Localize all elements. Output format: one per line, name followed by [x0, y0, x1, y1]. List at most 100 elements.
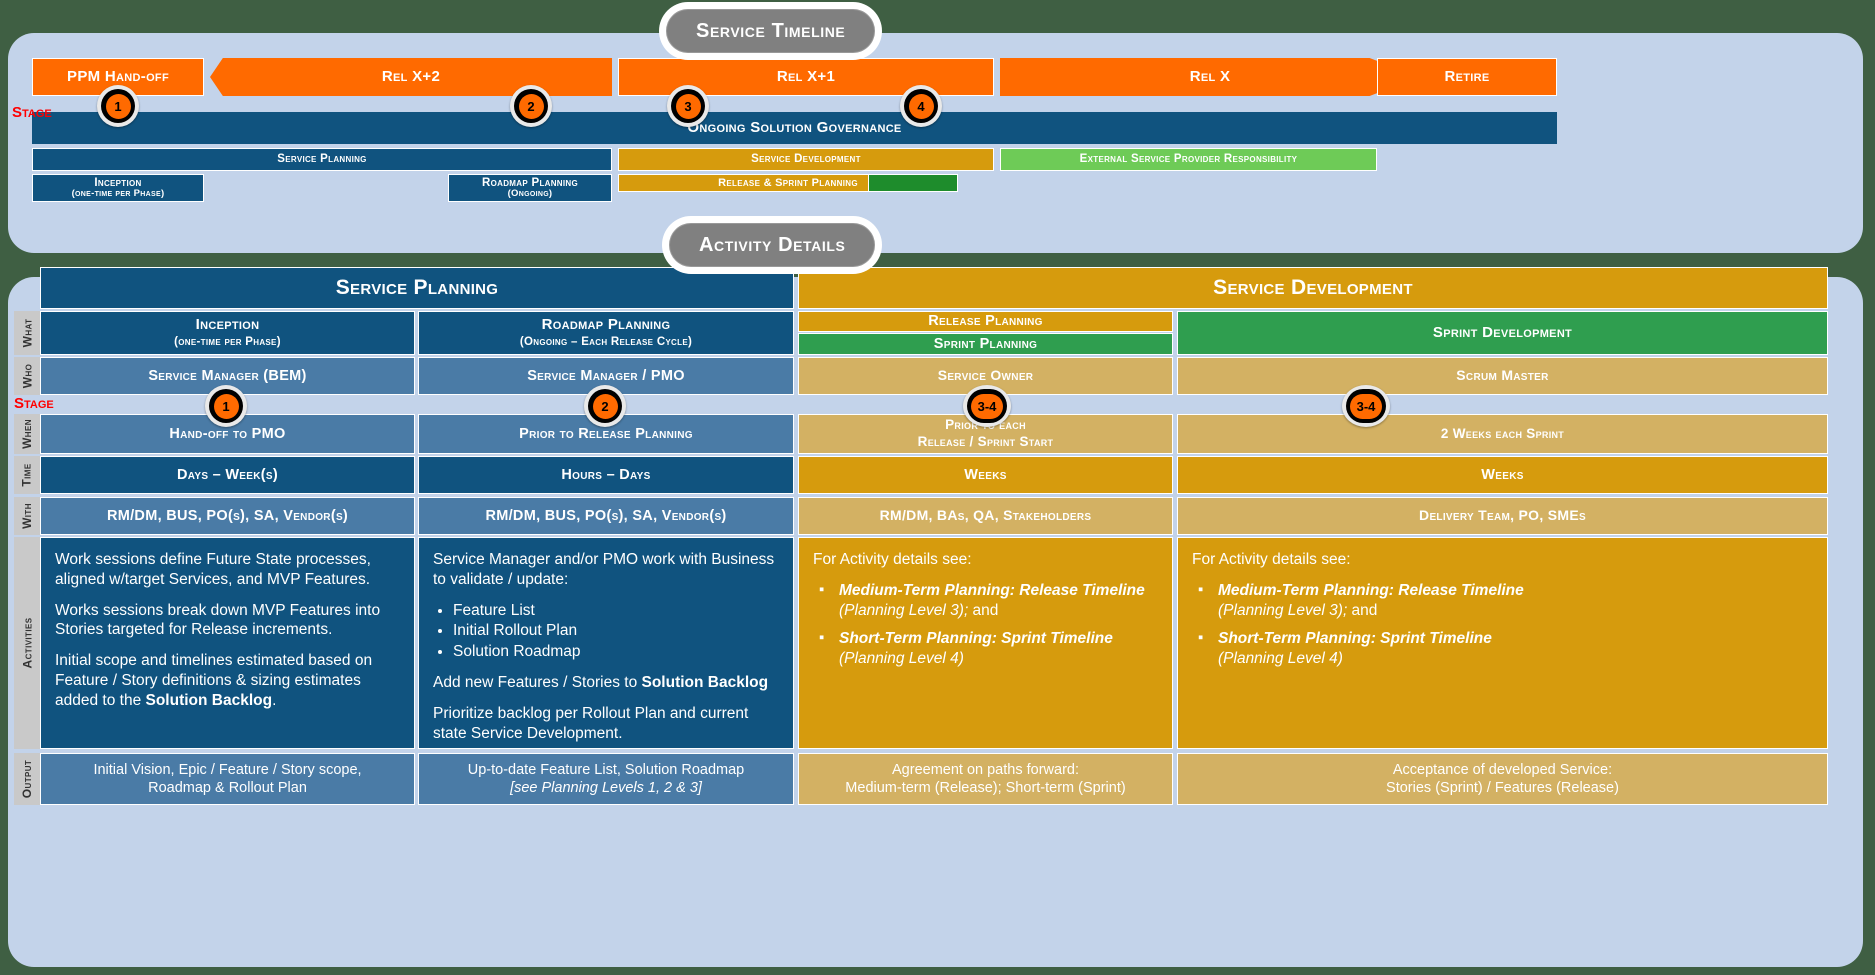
who-cell-col4[interactable]: Scrum Master: [1177, 357, 1828, 395]
with-cell-col2[interactable]: RM/DM, BUS, PO(s), SA, Vendor(s): [418, 497, 794, 535]
activity-paragraph: Work sessions define Future State proces…: [55, 551, 371, 588]
stage-badge-value: 4: [908, 93, 934, 119]
what-label: Release Planning: [928, 313, 1043, 330]
activity-details-header: Activity Details: [662, 216, 883, 274]
release-label: Rel X+2: [381, 68, 441, 86]
release-bar-rel-x2[interactable]: Rel X+2: [210, 58, 612, 96]
detail-stage-badge-3-4-a[interactable]: 3-4: [963, 385, 1011, 427]
governance-bar[interactable]: Ongoing Solution Governance: [32, 112, 1557, 144]
release-bar-retire[interactable]: Retire: [1377, 58, 1557, 96]
release-label: Rel X: [1189, 68, 1231, 86]
output-cell-col1[interactable]: Initial Vision, Epic / Feature / Story s…: [40, 753, 415, 805]
activity-bullet-list: Feature List Initial Rollout Plan Soluti…: [433, 601, 779, 662]
what-sub: (one-time per Phase): [174, 336, 281, 349]
activity-paragraph: Prioritize backlog per Rollout Plan and …: [433, 704, 749, 742]
row-label-time: Time: [14, 456, 40, 494]
activity-paragraph: For Activity details see:: [813, 551, 972, 568]
activity-paragraph: Service Manager and/or PMO work with Bus…: [433, 551, 775, 588]
activity-bullet-list: Medium-Term Planning: Release Timeline(P…: [813, 580, 1158, 669]
release-label: PPM Hand-off: [67, 68, 169, 86]
release-label: Rel X+1: [776, 68, 836, 86]
time-cell-col4[interactable]: Weeks: [1177, 456, 1828, 494]
what-cell-sprint-development[interactable]: Sprint Development: [1177, 311, 1828, 355]
subtrack-sprint-accent: [868, 174, 958, 192]
release-label: Retire: [1444, 68, 1490, 86]
track-service-development[interactable]: Service Development: [618, 148, 994, 171]
group-header-service-planning[interactable]: Service Planning: [40, 267, 794, 309]
subtrack-label: Inception: [94, 176, 142, 189]
what-cell-release-planning[interactable]: Release Planning: [798, 311, 1173, 332]
subtrack-roadmap-planning[interactable]: Roadmap Planning (Ongoing): [448, 174, 612, 202]
activity-paragraph: For Activity details see:: [1192, 551, 1351, 568]
activities-cell-col1[interactable]: Work sessions define Future State proces…: [40, 537, 415, 749]
stage-badge-value: 2: [592, 393, 618, 419]
group-label: Service Development: [1213, 275, 1413, 299]
row-label-activities: Activities: [14, 537, 40, 749]
row-label-what: What: [14, 311, 40, 355]
list-item: Medium-Term Planning: Release Timeline(P…: [817, 580, 1158, 621]
subtrack-sub: (Ongoing): [507, 187, 553, 199]
detail-stage-badge-1[interactable]: 1: [205, 385, 247, 427]
stage-badge-value: 3: [675, 93, 701, 119]
time-cell-col1[interactable]: Days – Week(s): [40, 456, 415, 494]
what-cell-roadmap-planning[interactable]: Roadmap Planning (Ongoing – Each Release…: [418, 311, 794, 355]
track-label: Service Development: [751, 152, 861, 165]
what-label: Roadmap Planning: [541, 316, 671, 334]
list-item: Solution Roadmap: [453, 642, 779, 662]
stage-label-timeline: Stage: [12, 104, 52, 121]
activity-paragraph: Works sessions break down MVP Features i…: [55, 601, 381, 639]
list-item: Feature List: [453, 601, 779, 621]
stage-badge-value: 1: [105, 93, 131, 119]
output-cell-col2[interactable]: Up-to-date Feature List, Solution Roadma…: [418, 753, 794, 805]
stage-badge-2[interactable]: 2: [510, 85, 552, 127]
activities-cell-col3[interactable]: For Activity details see: Medium-Term Pl…: [798, 537, 1173, 749]
activity-details-title: Activity Details: [669, 223, 876, 267]
diagram-canvas: Service Timeline PPM Hand-off Rel X+2 Re…: [0, 0, 1875, 975]
activity-paragraph: Initial scope and timelines estimated ba…: [55, 652, 373, 709]
stage-badge-1[interactable]: 1: [97, 85, 139, 127]
stage-badge-value: 3-4: [971, 393, 1003, 419]
list-item: Initial Rollout Plan: [453, 621, 779, 641]
service-timeline-header: Service Timeline: [659, 2, 883, 60]
stage-label-details: Stage: [14, 395, 54, 412]
what-cell-inception[interactable]: Inception (one-time per Phase): [40, 311, 415, 355]
track-label: Service Planning: [277, 152, 367, 165]
group-label: Service Planning: [335, 275, 499, 299]
with-cell-col3[interactable]: RM/DM, BAs, QA, Stakeholders: [798, 497, 1173, 535]
governance-label: Ongoing Solution Governance: [687, 119, 902, 137]
subtrack-inception[interactable]: Inception (one-time per Phase): [32, 174, 204, 202]
activities-cell-col4[interactable]: For Activity details see: Medium-Term Pl…: [1177, 537, 1828, 749]
subtrack-label: Release & Sprint Planning: [718, 176, 858, 189]
what-label: Sprint Development: [1432, 323, 1573, 341]
release-bar-rel-x[interactable]: Rel X: [1000, 58, 1420, 96]
with-cell-col4[interactable]: Delivery Team, PO, SMEs: [1177, 497, 1828, 535]
activity-paragraph: Add new Features / Stories to Solution B…: [433, 674, 769, 692]
subtrack-sub: (one-time per Phase): [71, 187, 165, 199]
list-item: Short-Term Planning: Sprint Timeline (Pl…: [1196, 628, 1813, 669]
what-sub: (Ongoing – Each Release Cycle): [519, 336, 693, 349]
when-cell-col4[interactable]: 2 Weeks each Sprint: [1177, 414, 1828, 454]
row-label-when: When: [14, 414, 40, 454]
activity-bullet-list: Medium-Term Planning: Release Timeline(P…: [1192, 580, 1813, 669]
service-timeline-title: Service Timeline: [666, 9, 876, 53]
detail-stage-badge-3-4-b[interactable]: 3-4: [1342, 385, 1390, 427]
with-cell-col1[interactable]: RM/DM, BUS, PO(s), SA, Vendor(s): [40, 497, 415, 535]
output-cell-col4[interactable]: Acceptance of developed Service: Stories…: [1177, 753, 1828, 805]
row-label-output: Output: [14, 753, 40, 805]
track-service-planning[interactable]: Service Planning: [32, 148, 612, 171]
row-label-who: Who: [14, 357, 40, 395]
group-header-service-development[interactable]: Service Development: [798, 267, 1828, 309]
stage-badge-3[interactable]: 3: [667, 85, 709, 127]
what-cell-sprint-planning[interactable]: Sprint Planning: [798, 333, 1173, 355]
detail-stage-badge-2[interactable]: 2: [584, 385, 626, 427]
activities-cell-col2[interactable]: Service Manager and/or PMO work with Bus…: [418, 537, 794, 749]
list-item: Short-Term Planning: Sprint Timeline (Pl…: [817, 628, 1158, 669]
row-label-with: With: [14, 497, 40, 535]
time-cell-col3[interactable]: Weeks: [798, 456, 1173, 494]
track-external-provider[interactable]: External Service Provider Responsibility: [1000, 148, 1377, 171]
output-cell-col3[interactable]: Agreement on paths forward: Medium-term …: [798, 753, 1173, 805]
stage-badge-4[interactable]: 4: [900, 85, 942, 127]
stage-badge-value: 2: [518, 93, 544, 119]
stage-badge-value: 3-4: [1350, 393, 1382, 419]
time-cell-col2[interactable]: Hours – Days: [418, 456, 794, 494]
